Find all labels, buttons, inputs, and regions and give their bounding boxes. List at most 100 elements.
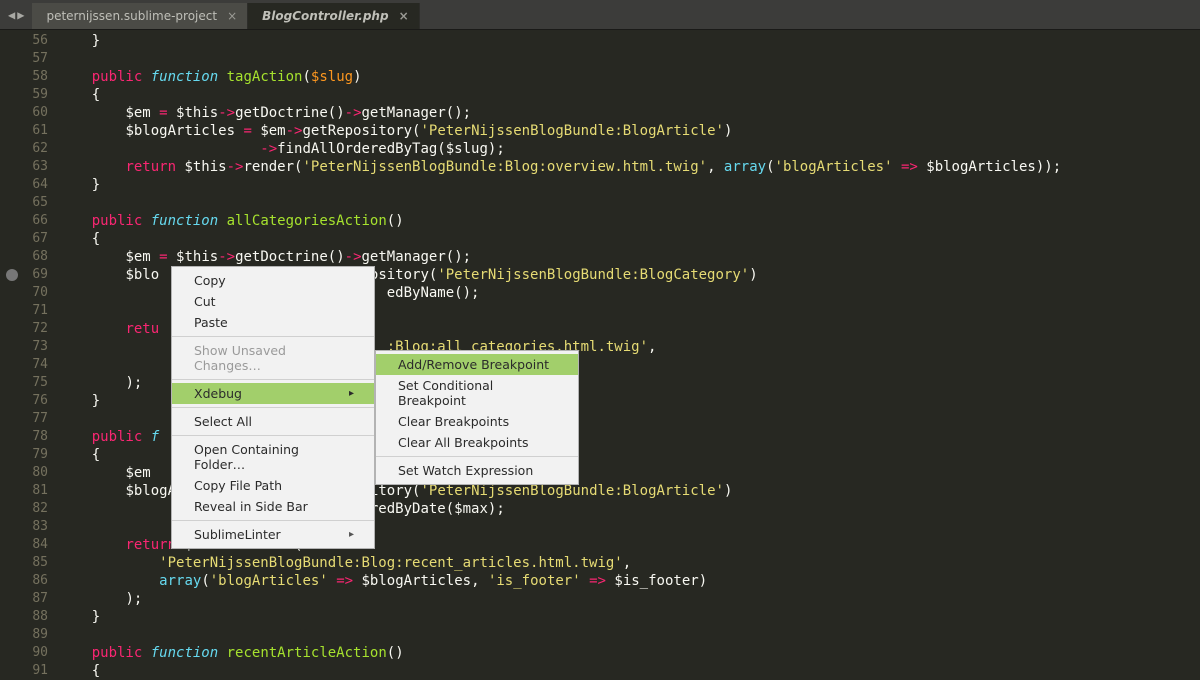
submenu-arrow-icon: ▸	[349, 529, 354, 540]
submenu-item-clear-all-breakpoints[interactable]: Clear All Breakpoints	[376, 432, 578, 453]
line-number[interactable]: 80	[0, 464, 48, 482]
line-number[interactable]: 62	[0, 140, 48, 158]
line-number[interactable]: 78	[0, 428, 48, 446]
line-number[interactable]: 72	[0, 320, 48, 338]
menu-item-label: Cut	[194, 294, 216, 309]
menu-item-copy[interactable]: Copy	[172, 270, 374, 291]
code-line[interactable]: }	[58, 32, 1200, 50]
line-number[interactable]: 61	[0, 122, 48, 140]
line-number[interactable]: 63	[0, 158, 48, 176]
line-number[interactable]: 58	[0, 68, 48, 86]
line-number[interactable]: 68	[0, 248, 48, 266]
menu-item-sublimelinter[interactable]: SublimeLinter ▸	[172, 524, 374, 545]
code-line[interactable]: 'PeterNijssenBlogBundle:Blog:recent_arti…	[58, 554, 1200, 572]
code-line[interactable]: $em = $this->getDoctrine()->getManager()…	[58, 248, 1200, 266]
line-number[interactable]: 89	[0, 626, 48, 644]
code-line[interactable]: ->findAllOrderedByTag($slug);	[58, 140, 1200, 158]
code-line[interactable]: public function tagAction($slug)	[58, 68, 1200, 86]
nav-back-icon[interactable]: ◀	[8, 8, 15, 22]
menu-item-label: Copy	[194, 273, 226, 288]
line-number[interactable]: 65	[0, 194, 48, 212]
menu-separator	[172, 407, 374, 408]
menu-separator	[172, 520, 374, 521]
line-number[interactable]: 86	[0, 572, 48, 590]
menu-item-label: Select All	[194, 414, 252, 429]
line-number[interactable]: 81	[0, 482, 48, 500]
line-number[interactable]: 91	[0, 662, 48, 680]
line-number[interactable]: 76	[0, 392, 48, 410]
menu-item-paste[interactable]: Paste	[172, 312, 374, 333]
line-number[interactable]: 75	[0, 374, 48, 392]
xdebug-submenu: Add/Remove BreakpointSet Conditional Bre…	[375, 350, 579, 485]
menu-item-label: Paste	[194, 315, 228, 330]
menu-item-label: Reveal in Side Bar	[194, 499, 308, 514]
line-number[interactable]: 70	[0, 284, 48, 302]
submenu-item-set-conditional-breakpoint[interactable]: Set Conditional Breakpoint	[376, 375, 578, 411]
code-line[interactable]: {	[58, 86, 1200, 104]
line-number[interactable]: 66	[0, 212, 48, 230]
gutter[interactable]: 5657585960616263646566676869707172737475…	[0, 30, 58, 677]
submenu-arrow-icon: ▸	[349, 388, 354, 399]
code-line[interactable]: {	[58, 230, 1200, 248]
menu-item-select-all[interactable]: Select All	[172, 411, 374, 432]
line-number[interactable]: 77	[0, 410, 48, 428]
line-number[interactable]: 88	[0, 608, 48, 626]
line-number[interactable]: 57	[0, 50, 48, 68]
menu-item-label: SublimeLinter	[194, 527, 281, 542]
code-line[interactable]	[58, 194, 1200, 212]
nav-forward-icon[interactable]: ▶	[17, 8, 24, 22]
line-number[interactable]: 74	[0, 356, 48, 374]
line-number[interactable]: 71	[0, 302, 48, 320]
submenu-item-set-watch-expression[interactable]: Set Watch Expression	[376, 460, 578, 481]
code-line[interactable]: public function allCategoriesAction()	[58, 212, 1200, 230]
menu-item-label: Xdebug	[194, 386, 242, 401]
code-line[interactable]: );	[58, 590, 1200, 608]
code-line[interactable]: return $this->render('PeterNijssenBlogBu…	[58, 158, 1200, 176]
code-line[interactable]	[58, 50, 1200, 68]
menu-item-reveal-in-side-bar[interactable]: Reveal in Side Bar	[172, 496, 374, 517]
code-line[interactable]: $blogArticles = $em->getRepository('Pete…	[58, 122, 1200, 140]
line-number[interactable]: 90	[0, 644, 48, 662]
tab-0[interactable]: peternijssen.sublime-project×	[32, 3, 248, 29]
line-number[interactable]: 67	[0, 230, 48, 248]
code-line[interactable]: array('blogArticles' => $blogArticles, '…	[58, 572, 1200, 590]
breakpoint-marker[interactable]	[6, 269, 18, 281]
menu-item-cut[interactable]: Cut	[172, 291, 374, 312]
line-number[interactable]: 64	[0, 176, 48, 194]
code-line[interactable]: }	[58, 608, 1200, 626]
code-line[interactable]: {	[58, 662, 1200, 677]
tab-label: BlogController.php	[262, 9, 388, 23]
code-line[interactable]: }	[58, 176, 1200, 194]
line-number[interactable]: 82	[0, 500, 48, 518]
tab-1[interactable]: BlogController.php ×	[248, 3, 420, 29]
line-number[interactable]: 73	[0, 338, 48, 356]
line-number[interactable]: 87	[0, 590, 48, 608]
submenu-item-add-remove-breakpoint[interactable]: Add/Remove Breakpoint	[376, 354, 578, 375]
code-line[interactable]: $em = $this->getDoctrine()->getManager()…	[58, 104, 1200, 122]
menu-item-label: Open Containing Folder…	[194, 442, 354, 472]
close-icon[interactable]: ×	[227, 9, 237, 23]
context-menu: Copy Cut Paste Show Unsaved Changes… Xdebug ▸…	[171, 266, 375, 549]
menu-item-open-containing-folder[interactable]: Open Containing Folder…	[172, 439, 374, 475]
menu-separator	[172, 379, 374, 380]
line-number[interactable]: 85	[0, 554, 48, 572]
submenu-item-clear-breakpoints[interactable]: Clear Breakpoints	[376, 411, 578, 432]
menu-separator	[376, 456, 578, 457]
menu-separator	[172, 435, 374, 436]
menu-item-xdebug[interactable]: Xdebug ▸	[172, 383, 374, 404]
line-number[interactable]: 79	[0, 446, 48, 464]
line-number[interactable]: 84	[0, 536, 48, 554]
close-icon[interactable]: ×	[399, 9, 409, 23]
code-line[interactable]: public function recentArticleAction()	[58, 644, 1200, 662]
menu-item-label: Show Unsaved Changes…	[194, 343, 354, 373]
menu-item-copy-file-path[interactable]: Copy File Path	[172, 475, 374, 496]
code-line[interactable]	[58, 626, 1200, 644]
nav-arrows: ◀ ▶	[0, 8, 32, 22]
menu-item-show-unsaved-changes: Show Unsaved Changes…	[172, 340, 374, 376]
menu-item-label: Copy File Path	[194, 478, 282, 493]
line-number[interactable]: 59	[0, 86, 48, 104]
line-number[interactable]: 56	[0, 32, 48, 50]
tab-bar: ◀ ▶ peternijssen.sublime-project×BlogCon…	[0, 0, 1200, 30]
line-number[interactable]: 83	[0, 518, 48, 536]
line-number[interactable]: 60	[0, 104, 48, 122]
